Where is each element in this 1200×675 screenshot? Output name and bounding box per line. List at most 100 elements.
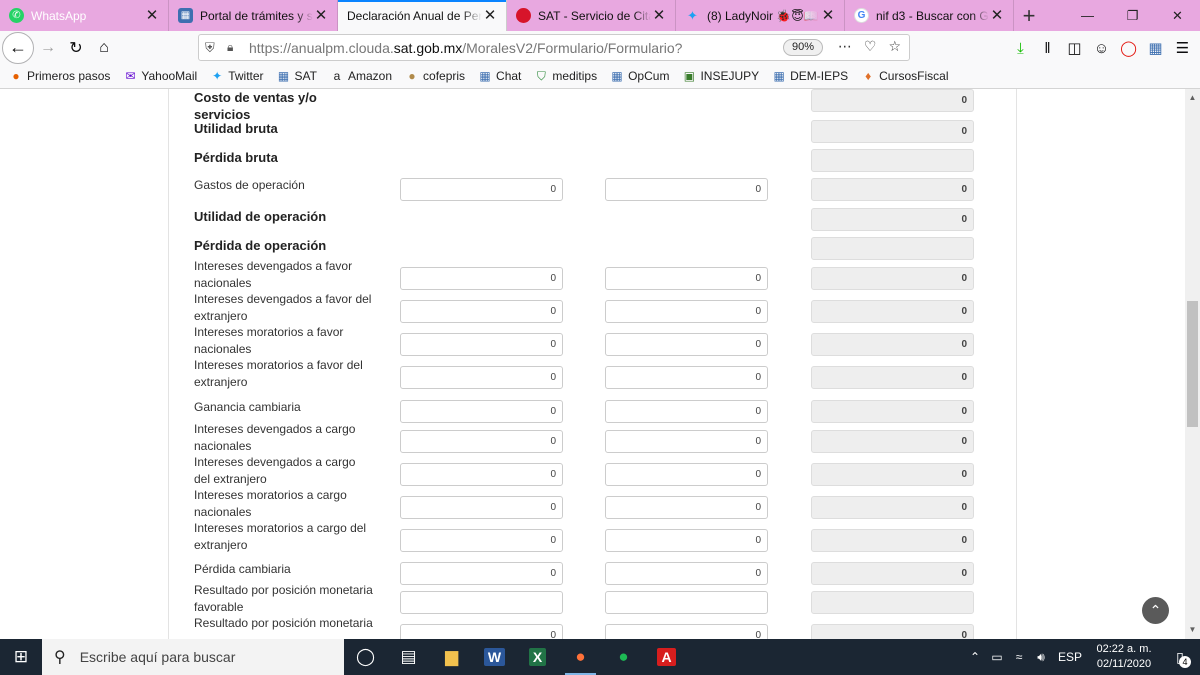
language-indicator[interactable]: ESP [1053, 650, 1087, 664]
amount-input-col2[interactable]: 0 [605, 178, 768, 201]
pocket-icon[interactable]: ♡ [864, 38, 877, 55]
word-icon[interactable]: W [473, 639, 516, 675]
browser-tab[interactable]: ✦ (8) LadyNoir 🐞😇📖 en Twitter✕ [676, 0, 845, 31]
chevron-up-icon[interactable]: ⌃ [965, 650, 985, 664]
file-explorer-icon[interactable]: ▆ [430, 639, 473, 675]
bookmark-item[interactable]: ▦ DEM-IEPS [773, 69, 848, 83]
home-button[interactable]: ⌂ [90, 34, 118, 62]
browser-tab[interactable]: SAT - Servicio de Citas ✕ [507, 0, 676, 31]
forward-button[interactable]: → [34, 34, 62, 62]
amount-input-col1[interactable]: 0 [400, 430, 563, 453]
taskbar-search-box[interactable]: ⚲ Escribe aquí para buscar [42, 639, 344, 675]
tab-title: (8) LadyNoir 🐞😇📖 en Twitter [707, 8, 820, 23]
browser-tab[interactable]: ▦ Portal de trámites y servicios✕ [169, 0, 338, 31]
amount-input-col1[interactable]: 0 [400, 178, 563, 201]
scrollbar-thumb[interactable] [1187, 301, 1198, 427]
page-scrollbar[interactable]: ▲ ▼ [1185, 89, 1200, 639]
amount-input-col2[interactable]: 0 [605, 300, 768, 323]
library-icon[interactable]: ‖ [1034, 35, 1061, 61]
amount-input-col1[interactable]: 0 [400, 463, 563, 486]
page-actions-icon[interactable]: ⋯ [838, 38, 852, 55]
close-tab-icon[interactable]: ✕ [482, 7, 498, 24]
amount-input-col1[interactable]: 0 [400, 267, 563, 290]
amount-input-col1[interactable]: 0 [400, 366, 563, 389]
bookmark-item[interactable]: ⛉ meditips [535, 69, 597, 84]
close-window-button[interactable]: ✕ [1155, 0, 1200, 31]
amount-input-col2[interactable]: 0 [605, 366, 768, 389]
opera-extension-icon[interactable]: ◯ [1115, 35, 1142, 61]
acrobat-icon[interactable]: A [645, 639, 688, 675]
scroll-to-top-button[interactable]: ⌃ [1142, 597, 1169, 624]
extensions-icon[interactable]: ▦ [1142, 35, 1169, 61]
amount-input-col2[interactable]: 0 [605, 624, 768, 639]
menu-icon[interactable]: ☰ [1169, 35, 1196, 61]
battery-icon[interactable]: ▭ [987, 650, 1007, 664]
spotify-icon[interactable]: ● [602, 639, 645, 675]
restore-button[interactable]: ❐ [1110, 0, 1155, 31]
twitter-icon: ✦ [687, 7, 698, 23]
task-view-icon[interactable]: ◯ [344, 639, 387, 675]
wifi-icon[interactable]: ≈ [1009, 650, 1029, 664]
bookmark-item[interactable]: ● Primeros pasos [10, 69, 110, 83]
amount-input-col1[interactable] [400, 591, 563, 614]
download-icon[interactable]: ⤓ [1007, 35, 1034, 61]
bookmark-item[interactable]: ▦ OpCum [611, 69, 669, 83]
close-tab-icon[interactable]: ✕ [144, 7, 160, 24]
browser-tab[interactable]: Gnif d3 - Buscar con Google✕ [845, 0, 1014, 31]
bookmark-item[interactable]: ✉ YahooMail [124, 69, 197, 83]
amount-input-col2[interactable]: 0 [605, 267, 768, 290]
lock-icon[interactable]: 🔒︎ [227, 40, 241, 55]
close-tab-icon[interactable]: ✕ [651, 7, 667, 24]
zoom-level-badge[interactable]: 90% [783, 39, 824, 56]
amount-input-col1[interactable]: 0 [400, 300, 563, 323]
amount-input-col1[interactable]: 0 [400, 400, 563, 423]
new-tab-button[interactable]: + [1014, 0, 1044, 31]
bookmark-item[interactable]: ▦ Chat [479, 69, 521, 83]
amount-input-col2[interactable]: 0 [605, 400, 768, 423]
notification-center-icon[interactable]: ▯ 4 [1160, 649, 1200, 668]
minimize-button[interactable]: — [1065, 0, 1110, 31]
url-bar[interactable]: ⛨ 🔒︎ https://anualpm.clouda.sat.gob.mx/M… [198, 34, 910, 61]
bookmark-item[interactable]: ♦ CursosFiscal [862, 69, 948, 83]
bookmark-item[interactable]: ✦ Twitter [211, 69, 263, 83]
bookmark-label: Primeros pasos [27, 69, 111, 83]
amount-input-col2[interactable]: 0 [605, 333, 768, 356]
bookmark-star-icon[interactable]: ☆ [888, 38, 901, 55]
timeline-icon[interactable]: ▤ [387, 639, 430, 675]
volume-icon[interactable]: 🔊︎ [1031, 650, 1051, 665]
sidebar-icon[interactable]: ◫ [1061, 35, 1088, 61]
bookmark-item[interactable]: ▦ SAT [278, 69, 317, 83]
amount-input-col1[interactable]: 0 [400, 624, 563, 639]
system-tray: ⌃ ▭ ≈ 🔊︎ ESP 02:22 a. m. 02/11/2020 ▯ 4 [964, 639, 1200, 675]
amount-input-col2[interactable]: 0 [605, 463, 768, 486]
browser-tab[interactable]: Declaración Anual de Personas✕ [338, 0, 507, 31]
reload-button[interactable]: ↻ [62, 34, 90, 62]
amount-input-col1[interactable]: 0 [400, 562, 563, 585]
amount-input-col1[interactable]: 0 [400, 496, 563, 519]
account-icon[interactable]: ☺ [1088, 35, 1115, 61]
url-text[interactable]: https://anualpm.clouda.sat.gob.mx/Morale… [249, 40, 682, 56]
firefox-icon[interactable]: ● [559, 639, 602, 675]
bookmark-item[interactable]: ● cofepris [406, 69, 465, 83]
amount-input-col2[interactable]: 0 [605, 430, 768, 453]
back-button[interactable]: ← [2, 31, 34, 64]
amount-input-col1[interactable]: 0 [400, 529, 563, 552]
tracking-shield-icon[interactable]: ⛨ [205, 40, 221, 56]
amount-input-col2[interactable]: 0 [605, 562, 768, 585]
excel-icon[interactable]: X [516, 639, 559, 675]
amount-input-col1[interactable]: 0 [400, 333, 563, 356]
clock[interactable]: 02:22 a. m. 02/11/2020 [1088, 642, 1160, 672]
scroll-down-arrow-icon[interactable]: ▼ [1185, 623, 1200, 637]
bookmark-item[interactable]: a Amazon [331, 69, 392, 83]
browser-tab[interactable]: ✆ WhatsApp ✕ [0, 0, 169, 31]
close-tab-icon[interactable]: ✕ [989, 7, 1005, 24]
bookmark-item[interactable]: ▣ INSEJUPY [683, 69, 759, 83]
close-tab-icon[interactable]: ✕ [820, 7, 836, 24]
close-tab-icon[interactable]: ✕ [313, 7, 329, 24]
amount-input-col2[interactable] [605, 591, 768, 614]
amount-input-col2[interactable]: 0 [605, 529, 768, 552]
amount-input-col2[interactable]: 0 [605, 496, 768, 519]
total-readonly-field [811, 237, 974, 260]
scroll-up-arrow-icon[interactable]: ▲ [1185, 91, 1200, 105]
windows-start-icon[interactable]: ⊞ [0, 639, 42, 675]
